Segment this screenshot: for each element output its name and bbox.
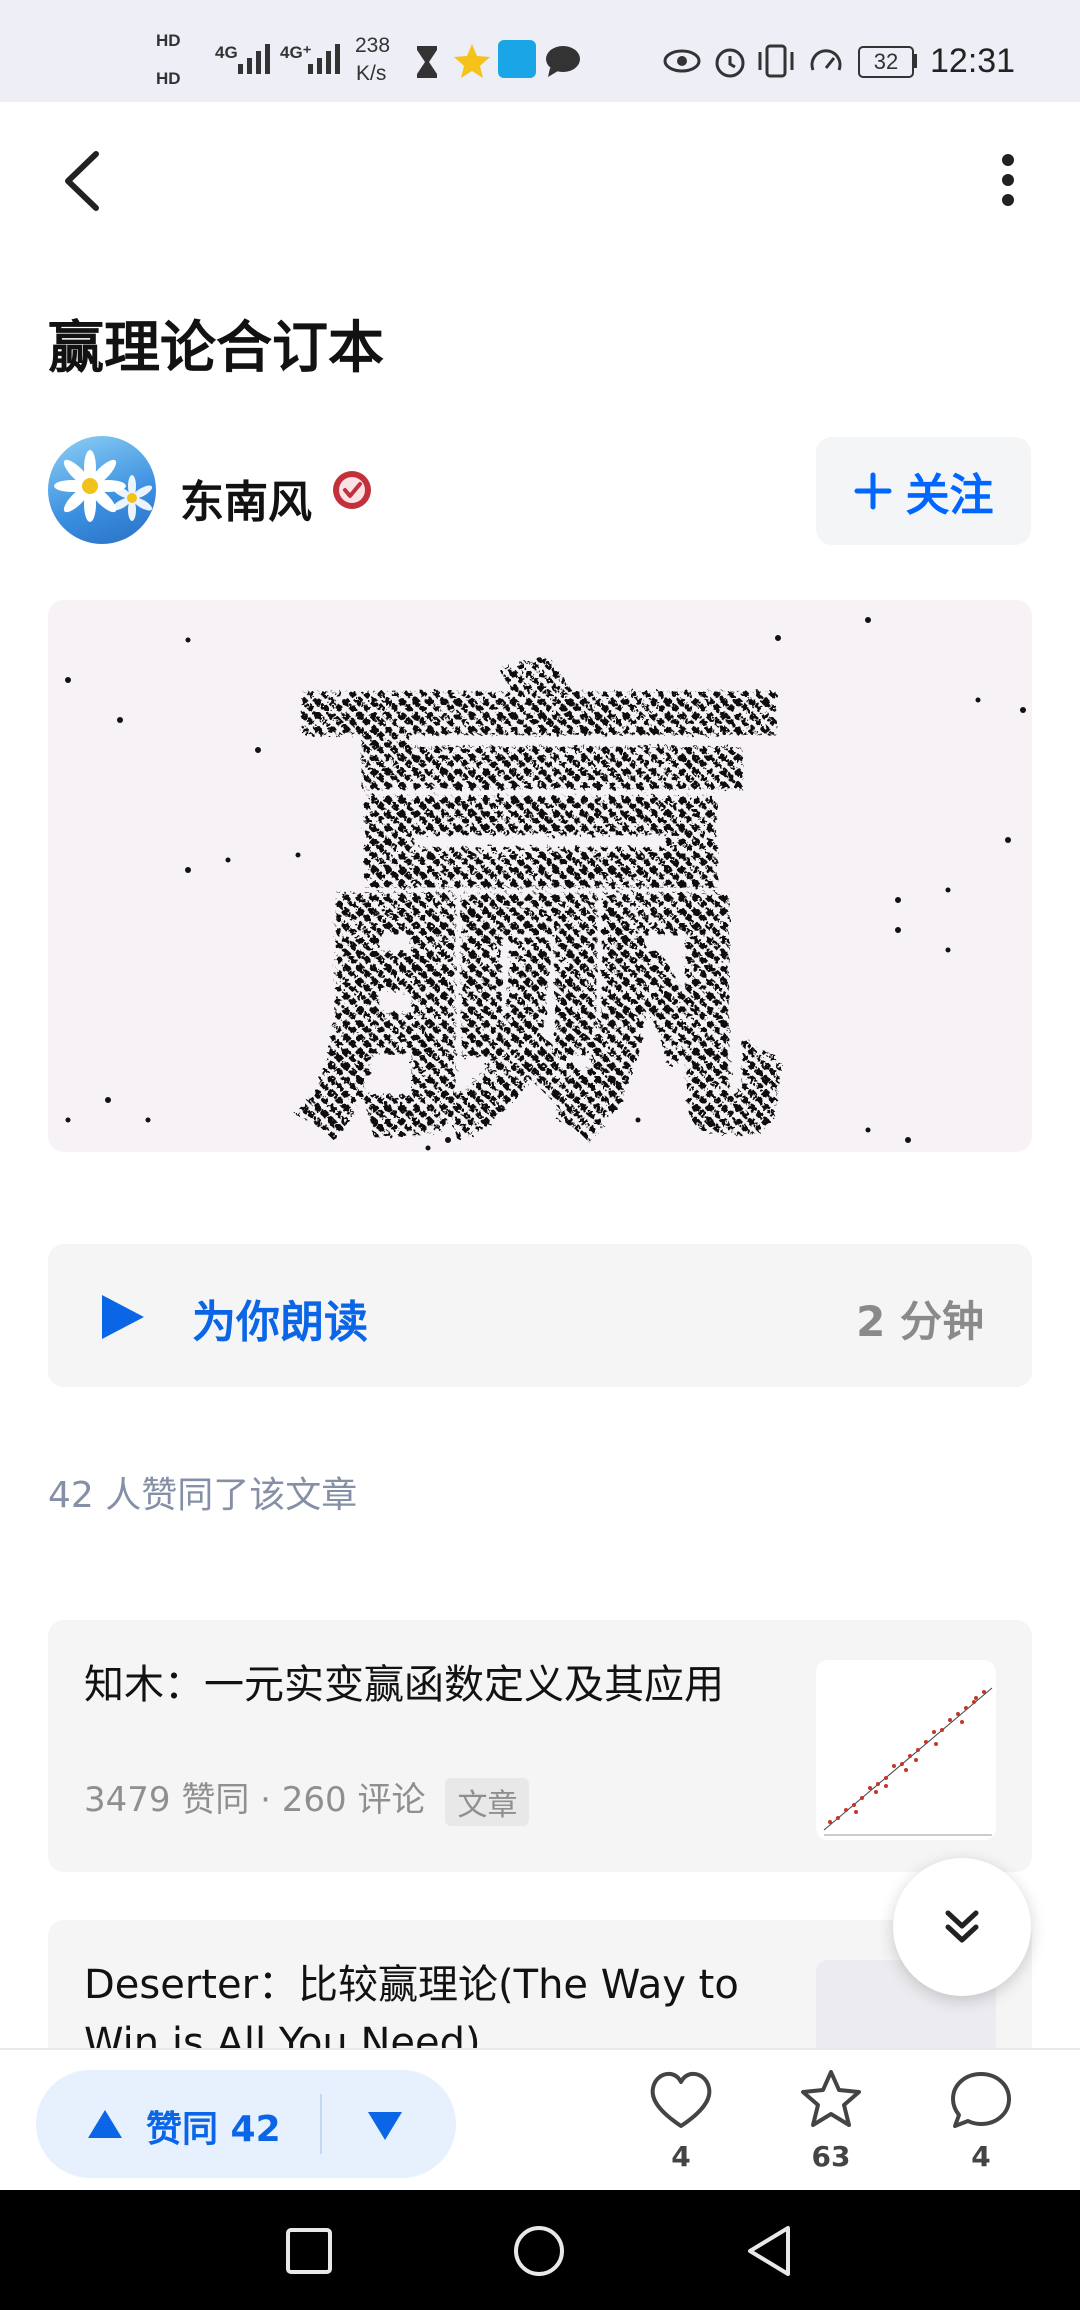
verified-badge-icon bbox=[333, 471, 371, 509]
avatar-daisy-image bbox=[54, 450, 153, 522]
related-article-card[interactable]: 知木：一元实变赢函数定义及其应用 3479 赞同 · 260 评论 文章 bbox=[48, 1620, 1032, 1872]
related-article-meta: 3479 赞同 · 260 评论 文章 bbox=[84, 1772, 530, 1826]
upvote-button[interactable]: 赞同 42 bbox=[146, 2100, 281, 2152]
avatar[interactable] bbox=[48, 436, 156, 544]
related-article-title: 知木：一元实变赢函数定义及其应用 bbox=[84, 1662, 724, 1708]
heart-icon bbox=[650, 2071, 712, 2128]
battery-tip bbox=[913, 54, 917, 68]
home-icon[interactable] bbox=[512, 2224, 566, 2278]
cover-image[interactable]: 赢 bbox=[48, 600, 1032, 1152]
cover-character: 赢 bbox=[290, 626, 790, 1152]
downvote-button-icon[interactable] bbox=[366, 2110, 404, 2142]
network1-label: 4G bbox=[215, 43, 238, 62]
plus-icon bbox=[854, 472, 891, 510]
star-app-icon bbox=[454, 44, 490, 78]
message-app-icon bbox=[546, 46, 580, 77]
favorite-count: 63 bbox=[811, 2140, 851, 2173]
vote-pill: 赞同 42 bbox=[36, 2070, 456, 2178]
chevron-left-icon[interactable] bbox=[58, 148, 106, 214]
hd2-label: HD bbox=[156, 69, 181, 88]
battery-icon: 32 bbox=[858, 46, 914, 78]
related-article-stats: 3479 赞同 · 260 评论 bbox=[84, 1780, 426, 1820]
follow-button[interactable]: 关注 bbox=[816, 437, 1031, 545]
speedometer-icon bbox=[810, 49, 842, 71]
related-article-thumbnail bbox=[816, 1660, 996, 1840]
favorite-button[interactable]: 63 bbox=[771, 2068, 891, 2173]
scroll-to-next-button[interactable] bbox=[893, 1858, 1031, 1996]
back-nav-icon[interactable] bbox=[744, 2224, 794, 2278]
eye-icon bbox=[663, 49, 701, 73]
like-count: 4 bbox=[671, 2140, 691, 2173]
related-article-card[interactable]: Deserter：比较赢理论(The Way to Win is All You… bbox=[48, 1920, 1032, 2048]
recent-apps-icon[interactable] bbox=[284, 2226, 334, 2276]
like-button[interactable]: 4 bbox=[621, 2070, 741, 2173]
status-bar: HD HD 4G 4G⁺ 238 K/s 32 12:31 bbox=[0, 0, 1080, 102]
bottom-action-bar: 赞同 42 4 63 4 bbox=[0, 2048, 1080, 2194]
listen-duration: 2 分钟 bbox=[856, 1297, 984, 1346]
comment-count: 4 bbox=[971, 2140, 991, 2173]
likes-summary[interactable]: 42 人赞同了该文章 bbox=[48, 1466, 357, 1518]
double-chevron-down-icon bbox=[945, 1910, 979, 1943]
follow-label: 关注 bbox=[905, 470, 994, 521]
cover-scatter-art: 赢 bbox=[65, 617, 1026, 1152]
speed-value: 238 bbox=[355, 34, 391, 57]
upvote-arrow-icon[interactable] bbox=[86, 2108, 124, 2140]
hourglass-icon bbox=[417, 46, 437, 78]
listen-label: 为你朗读 bbox=[192, 1297, 368, 1348]
system-navigation-bar bbox=[0, 2190, 1080, 2310]
hd1-label: HD bbox=[156, 31, 181, 50]
listen-bar[interactable]: 为你朗读 2 分钟 bbox=[48, 1244, 1032, 1387]
scatter-plot-thumbnail bbox=[823, 1687, 993, 1836]
comment-button[interactable]: 4 bbox=[921, 2070, 1041, 2173]
signal2-icon bbox=[308, 44, 340, 74]
related-article-title: Deserter：比较赢理论(The Way to Win is All You… bbox=[84, 1962, 739, 2048]
vibrate-icon bbox=[758, 44, 794, 78]
vote-divider bbox=[320, 2094, 322, 2154]
article-type-tag: 文章 bbox=[445, 1777, 530, 1826]
star-icon bbox=[801, 2070, 861, 2127]
article-title: 赢理论合订本 bbox=[48, 316, 384, 381]
play-icon[interactable] bbox=[98, 1292, 148, 1342]
comment-bubble-icon bbox=[951, 2072, 1011, 2128]
alarm-icon bbox=[715, 48, 745, 78]
speed-unit: K/s bbox=[356, 62, 387, 85]
author-name[interactable]: 东南风 bbox=[180, 466, 312, 530]
signal-icon bbox=[238, 44, 270, 74]
clock: 12:31 bbox=[930, 42, 1016, 80]
browser-app-icon bbox=[498, 40, 536, 78]
more-vertical-icon[interactable] bbox=[998, 152, 1018, 208]
